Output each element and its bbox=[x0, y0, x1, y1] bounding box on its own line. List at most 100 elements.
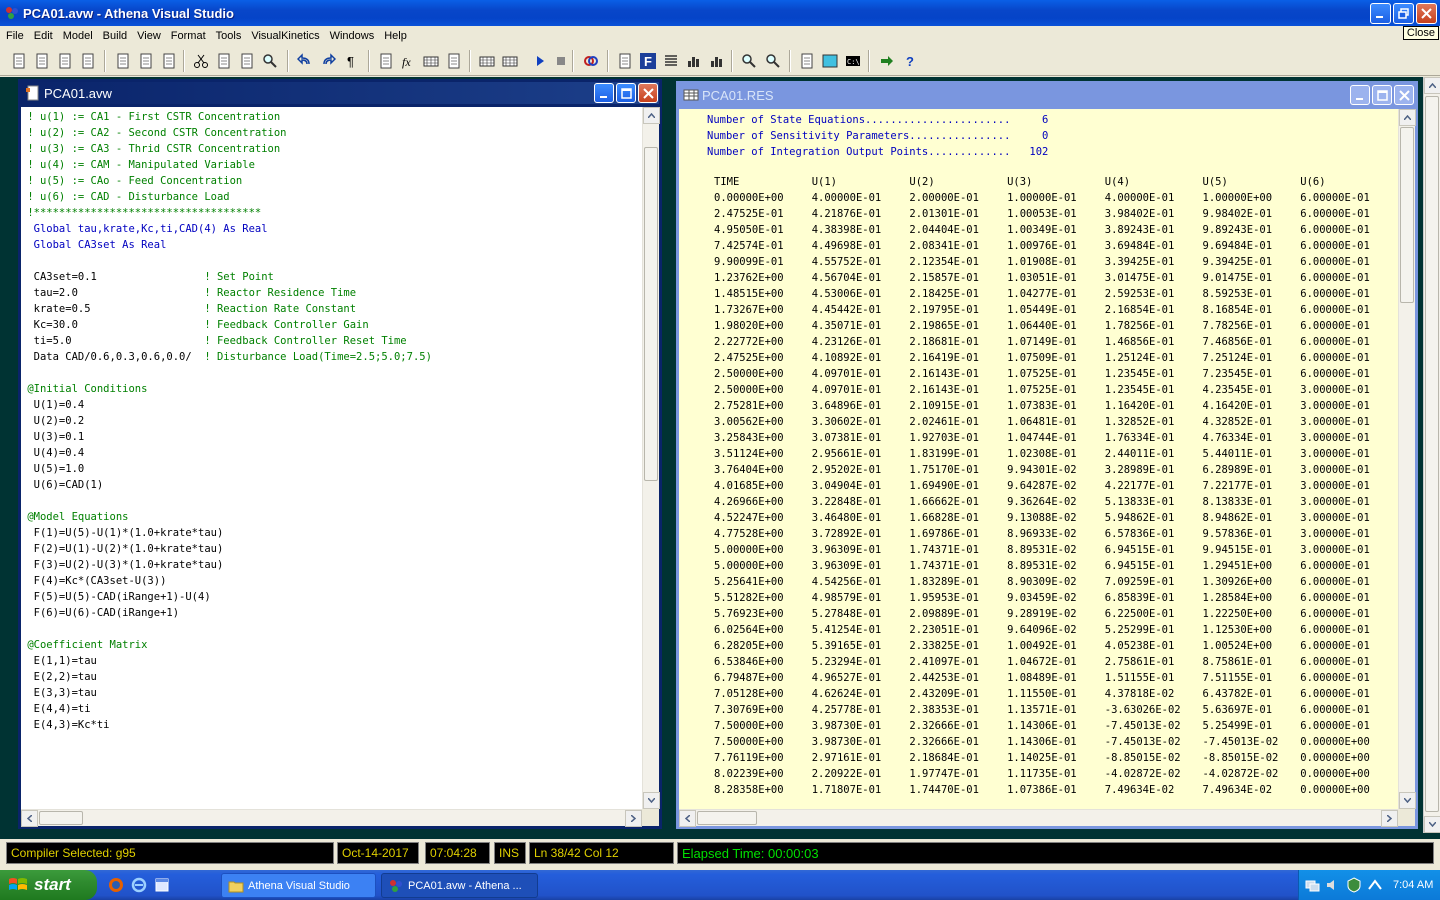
grid-button[interactable] bbox=[420, 50, 442, 72]
code-line: F(6)=U(6)-CAD(iRange+1) bbox=[21, 607, 180, 619]
app-title-bar[interactable]: PCA01.avw - Athena Visual Studio bbox=[0, 0, 1440, 26]
help-button[interactable]: ? bbox=[900, 50, 922, 72]
firefox-icon[interactable] bbox=[108, 877, 124, 893]
mdi-scroll-down-button[interactable] bbox=[1424, 816, 1440, 833]
menu-visualkinetics[interactable]: VisualKinetics bbox=[246, 30, 324, 42]
editor-hscroll-thumb[interactable] bbox=[39, 811, 83, 825]
menu-edit[interactable]: Edit bbox=[29, 30, 58, 42]
menu-file[interactable]: File bbox=[1, 30, 29, 42]
print-setup-button[interactable] bbox=[135, 50, 157, 72]
table-cell: 7.50000E+00 bbox=[714, 736, 784, 748]
arrow-button[interactable] bbox=[876, 50, 898, 72]
code-editor[interactable]: ! u(1) := CA1 - First CSTR Concentration… bbox=[21, 107, 642, 809]
save-button[interactable] bbox=[54, 50, 76, 72]
tray-security-icon[interactable] bbox=[1346, 877, 1362, 893]
menu-tools[interactable]: Tools bbox=[211, 30, 247, 42]
print-preview-button[interactable] bbox=[158, 50, 180, 72]
zoom-button[interactable] bbox=[738, 50, 760, 72]
results-scroll-up-button[interactable] bbox=[1399, 109, 1416, 126]
editor-close-button[interactable] bbox=[638, 83, 658, 103]
tree-button[interactable] bbox=[443, 50, 465, 72]
copy-button[interactable] bbox=[213, 50, 235, 72]
table-cell: 1.12530E+00 bbox=[1202, 624, 1273, 636]
undo-button[interactable] bbox=[294, 50, 316, 72]
function-button[interactable]: fx bbox=[398, 50, 420, 72]
editor-title-bar[interactable]: PCA01.avw bbox=[21, 82, 659, 104]
taskbar: start Athena Visual Studio PCA01.avw - A… bbox=[0, 870, 1440, 900]
print-button[interactable] bbox=[112, 50, 134, 72]
tools-button[interactable] bbox=[796, 50, 818, 72]
editor-window[interactable]: PCA01.avw ! u(1) := CA1 - First CSTR Con… bbox=[18, 79, 662, 829]
editor-scroll-right-button[interactable] bbox=[625, 810, 642, 827]
cut-button[interactable] bbox=[190, 50, 212, 72]
editor-scroll-left-button[interactable] bbox=[21, 810, 38, 827]
code-statement: Data CAD/0.6,0.3,0.6,0.0/ bbox=[21, 351, 205, 363]
save-all-button[interactable] bbox=[77, 50, 99, 72]
editor-scroll-up-button[interactable] bbox=[643, 107, 660, 124]
bar-chart-button[interactable] bbox=[706, 50, 728, 72]
results-maximize-button[interactable] bbox=[1372, 85, 1392, 105]
editor-horizontal-scrollbar[interactable] bbox=[21, 809, 642, 827]
results-title-bar[interactable]: PCA01.RES bbox=[679, 84, 1415, 106]
table-cell: 4.52247E+00 bbox=[714, 512, 784, 524]
run-button[interactable] bbox=[529, 50, 551, 72]
results-window[interactable]: PCA01.RES Number of State Equations.....… bbox=[676, 81, 1418, 829]
mdi-vertical-scrollbar[interactable] bbox=[1423, 77, 1440, 833]
menu-windows[interactable]: Windows bbox=[325, 30, 380, 42]
results-text[interactable]: Number of State Equations...............… bbox=[679, 109, 1398, 809]
results-horizontal-scrollbar[interactable] bbox=[679, 809, 1398, 827]
insert-button[interactable] bbox=[375, 50, 397, 72]
menu-help[interactable]: Help bbox=[379, 30, 412, 42]
menu-format[interactable]: Format bbox=[166, 30, 211, 42]
shape-button[interactable] bbox=[819, 50, 841, 72]
calculator-button[interactable] bbox=[499, 50, 521, 72]
table-row: 5.51282E+00 4.98579E-01 1.95953E-01 9.03459… bbox=[714, 590, 1398, 606]
find-button[interactable] bbox=[259, 50, 281, 72]
paste-button[interactable] bbox=[236, 50, 258, 72]
menu-view[interactable]: View bbox=[132, 30, 166, 42]
taskbar-item-pca01[interactable]: PCA01.avw - Athena ... bbox=[381, 873, 538, 898]
mdi-scroll-up-button[interactable] bbox=[1424, 77, 1440, 94]
results-minimize-button[interactable] bbox=[1350, 85, 1370, 105]
menu-build[interactable]: Build bbox=[98, 30, 132, 42]
open-button[interactable] bbox=[31, 50, 53, 72]
editor-scroll-thumb[interactable] bbox=[644, 147, 658, 481]
mdi-scroll-thumb[interactable] bbox=[1425, 96, 1439, 812]
new-button[interactable] bbox=[8, 50, 30, 72]
properties-button[interactable] bbox=[614, 50, 636, 72]
editor-maximize-button[interactable] bbox=[616, 83, 636, 103]
close-button[interactable] bbox=[1416, 3, 1437, 24]
internet-explorer-icon[interactable] bbox=[131, 877, 147, 893]
f-button[interactable]: F bbox=[637, 50, 659, 72]
results-scroll-thumb[interactable] bbox=[1400, 127, 1414, 303]
results-hscroll-thumb[interactable] bbox=[697, 811, 757, 825]
restore-button[interactable] bbox=[1393, 3, 1414, 24]
results-vertical-scrollbar[interactable] bbox=[1398, 109, 1416, 809]
results-scroll-left-button[interactable] bbox=[679, 810, 696, 827]
editor-minimize-button[interactable] bbox=[594, 83, 614, 103]
tray-connection-icon[interactable] bbox=[1367, 877, 1383, 893]
tray-volume-icon[interactable] bbox=[1325, 877, 1341, 893]
console-button[interactable]: C:\ bbox=[842, 50, 864, 72]
show-desktop-icon[interactable] bbox=[154, 877, 170, 893]
editor-scroll-down-button[interactable] bbox=[643, 792, 660, 809]
menu-model[interactable]: Model bbox=[58, 30, 98, 42]
taskbar-item-athena[interactable]: Athena Visual Studio bbox=[221, 873, 376, 898]
keyboard-button[interactable] bbox=[476, 50, 498, 72]
results-scroll-down-button[interactable] bbox=[1399, 792, 1416, 809]
zoom-find-button[interactable] bbox=[762, 50, 784, 72]
results-close-button[interactable] bbox=[1394, 85, 1414, 105]
code-line: U(5)=1.0 bbox=[21, 463, 85, 475]
tray-network-icon[interactable] bbox=[1304, 877, 1320, 893]
link-button[interactable] bbox=[580, 50, 602, 72]
plot-button[interactable] bbox=[683, 50, 705, 72]
minimize-button[interactable] bbox=[1370, 3, 1391, 24]
paragraph-button[interactable]: ¶ bbox=[340, 50, 362, 72]
results-scroll-right-button[interactable] bbox=[1381, 810, 1398, 827]
start-button[interactable]: start bbox=[0, 870, 97, 900]
table-cell: 3.00000E-01 bbox=[1300, 544, 1370, 556]
list-button[interactable] bbox=[660, 50, 682, 72]
redo-button[interactable] bbox=[317, 50, 339, 72]
stop-button[interactable] bbox=[550, 50, 572, 72]
editor-vertical-scrollbar[interactable] bbox=[642, 107, 660, 809]
